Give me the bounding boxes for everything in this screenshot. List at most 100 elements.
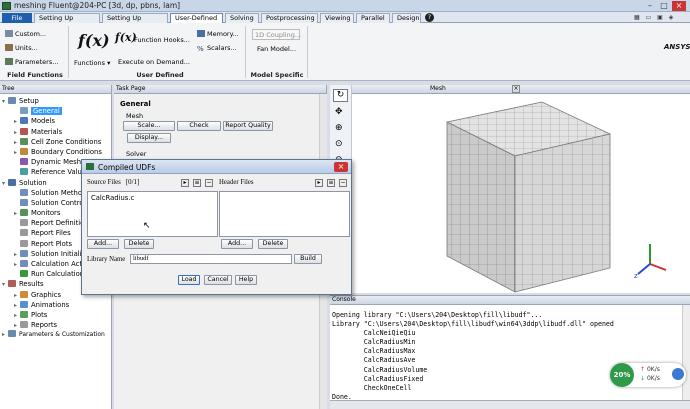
header-deselect-icon[interactable]: ≡ (327, 179, 335, 187)
fan-model-button[interactable]: Fan Model... (257, 44, 296, 55)
horizontal-scrollbar[interactable] (330, 400, 690, 409)
mouse-cursor-icon: ↖ (143, 221, 151, 231)
scale-button[interactable]: Scale... (123, 121, 175, 131)
function-hooks-button[interactable]: Function Hooks... (134, 35, 190, 46)
console-output: Opening library "C:\Users\204\Desktop\fi… (332, 311, 614, 402)
display-button[interactable]: Display... (127, 133, 171, 143)
dialog-close-button[interactable]: × (334, 162, 348, 172)
svg-text:z: z (634, 272, 638, 280)
tree-item-general[interactable]: General (0, 106, 111, 116)
scalars-button[interactable]: % Scalars... (197, 43, 237, 54)
zoom-in-icon[interactable]: ⊕ (335, 123, 343, 133)
dialog-title: Compiled UDFs (98, 163, 156, 172)
header-delete-button[interactable]: Delete (258, 239, 288, 249)
tab-design[interactable]: Design (392, 13, 421, 23)
help-icon[interactable]: ? (425, 13, 434, 22)
source-add-button[interactable]: Add... (87, 239, 119, 249)
tree-item-animations[interactable]: ▸ Animations (0, 300, 111, 310)
mesh-group-label: Mesh (126, 112, 144, 120)
help-button[interactable]: Help (235, 275, 257, 285)
dialog-title-bar[interactable]: Compiled UDFs × (82, 160, 351, 174)
parameters-icon (5, 58, 13, 65)
tab-file[interactable]: File (2, 13, 32, 23)
mesh-window-tab: Mesh × (352, 85, 690, 94)
1d-coupling-button[interactable]: 1D Coupling... (252, 29, 301, 40)
console-line: Opening library "C:\Users\204\Desktop\fi… (332, 311, 543, 319)
header-files-list[interactable] (219, 191, 350, 237)
source-delete-button[interactable]: Delete (124, 239, 154, 249)
functions-menu-button[interactable]: Functions ▾ (74, 58, 110, 69)
parameters-button[interactable]: Parameters... (5, 57, 58, 68)
source-files-list[interactable]: CalcRadius.c ↖ (87, 191, 218, 237)
cell-zone-icon (20, 137, 28, 145)
tree-item-reports[interactable]: ▸ Reports (0, 320, 111, 330)
source-deselect-icon[interactable]: ≡ (193, 179, 201, 187)
mesh-front-face (514, 133, 611, 293)
memory-icon (197, 30, 205, 37)
zoom-fit-icon[interactable]: ⊙ (335, 139, 343, 149)
check-button[interactable]: Check (177, 121, 221, 131)
library-name-field[interactable]: libudf (130, 254, 292, 264)
tree-item-plots[interactable]: ▸ Plots (0, 310, 111, 320)
minimize-button[interactable]: – (643, 1, 657, 11)
tab-user-defined[interactable]: User-Defined (170, 13, 223, 23)
user-defined-group-label: User Defined (136, 71, 184, 79)
tab-parallel[interactable]: Parallel (356, 13, 390, 23)
upload-speed: ↑ 0K/s (640, 366, 660, 373)
mesh-graphics-canvas[interactable]: z (352, 94, 690, 293)
functions-fx-icon[interactable]: f(x) (78, 31, 110, 50)
tree-item-models[interactable]: ▸ Models (0, 116, 111, 126)
initialization-icon (20, 249, 28, 257)
header-select-all-icon[interactable]: ▸ (315, 179, 323, 187)
network-speed-widget[interactable]: 20% ↑ 0K/s ↓ 0K/s (610, 363, 686, 387)
down-arrow-icon: ↓ (640, 375, 646, 382)
tab-setting-up-physics[interactable]: Setting Up Physics (102, 13, 168, 31)
report-files-icon (20, 229, 28, 237)
tree-item-setup[interactable]: ▾ Setup (0, 96, 111, 106)
rotate-view-icon[interactable]: ↻ (333, 89, 348, 102)
mesh-tab-label[interactable]: Mesh (430, 85, 446, 93)
tree-item-materials[interactable]: ▸ Materials (0, 127, 111, 137)
report-quality-button[interactable]: Report Quality (223, 121, 273, 131)
source-select-all-icon[interactable]: ▸ (181, 179, 189, 187)
tab-viewing[interactable]: Viewing (320, 13, 354, 23)
field-functions-group-label: Field Functions (7, 71, 63, 79)
graphics-icon (20, 290, 28, 298)
report-definitions-icon (20, 219, 28, 227)
tree-item-cell-zone-conditions[interactable]: ▸ Cell Zone Conditions (0, 137, 111, 147)
custom-button[interactable]: Custom... (5, 29, 46, 40)
tree-item-boundary-conditions[interactable]: ▸ Boundary Conditions (0, 147, 111, 157)
console-line: CalcRadiusMax (332, 347, 416, 356)
mesh-tab-close-icon[interactable]: × (512, 85, 520, 93)
models-icon (20, 117, 28, 125)
memory-button[interactable]: Memory... (197, 29, 239, 40)
ribbon-view-icons[interactable]: ▦ ▭ ▣ ◈ (634, 13, 686, 23)
pan-icon[interactable]: ✥ (335, 107, 343, 117)
console-header: Console (330, 296, 690, 305)
tab-postprocessing[interactable]: Postprocessing (261, 13, 318, 23)
tree-header: Tree (0, 85, 111, 94)
source-clear-icon[interactable]: − (205, 179, 213, 187)
console-line: CheckOneCell (332, 383, 412, 392)
tab-setting-up-domain[interactable]: Setting Up Domain (34, 13, 100, 31)
add-icon[interactable] (672, 368, 684, 380)
execute-on-demand-button[interactable]: Execute on Demand... (118, 57, 190, 68)
tab-solving[interactable]: Solving (225, 13, 259, 23)
load-button[interactable]: Load (178, 275, 200, 285)
console-scrollbar[interactable] (682, 305, 690, 401)
build-button[interactable]: Build (294, 254, 322, 264)
header-clear-icon[interactable]: − (339, 179, 347, 187)
cancel-button[interactable]: Cancel (204, 275, 232, 285)
list-item[interactable]: CalcRadius.c (88, 192, 217, 204)
library-name-label: Library Name (87, 256, 126, 263)
solution-icon (8, 178, 16, 186)
maximize-button[interactable]: □ (657, 1, 671, 11)
tree-item-parameters-customization[interactable]: ▸ Parameters & Customization (0, 330, 111, 340)
dialog-app-icon (86, 163, 94, 170)
close-window-button[interactable]: × (672, 1, 686, 11)
source-files-count: [0/1] (125, 179, 140, 186)
header-add-button[interactable]: Add... (221, 239, 253, 249)
units-button[interactable]: Units... (5, 43, 38, 54)
ansys-logo: ANSYS (664, 43, 690, 51)
percent-icon: % (197, 45, 204, 53)
